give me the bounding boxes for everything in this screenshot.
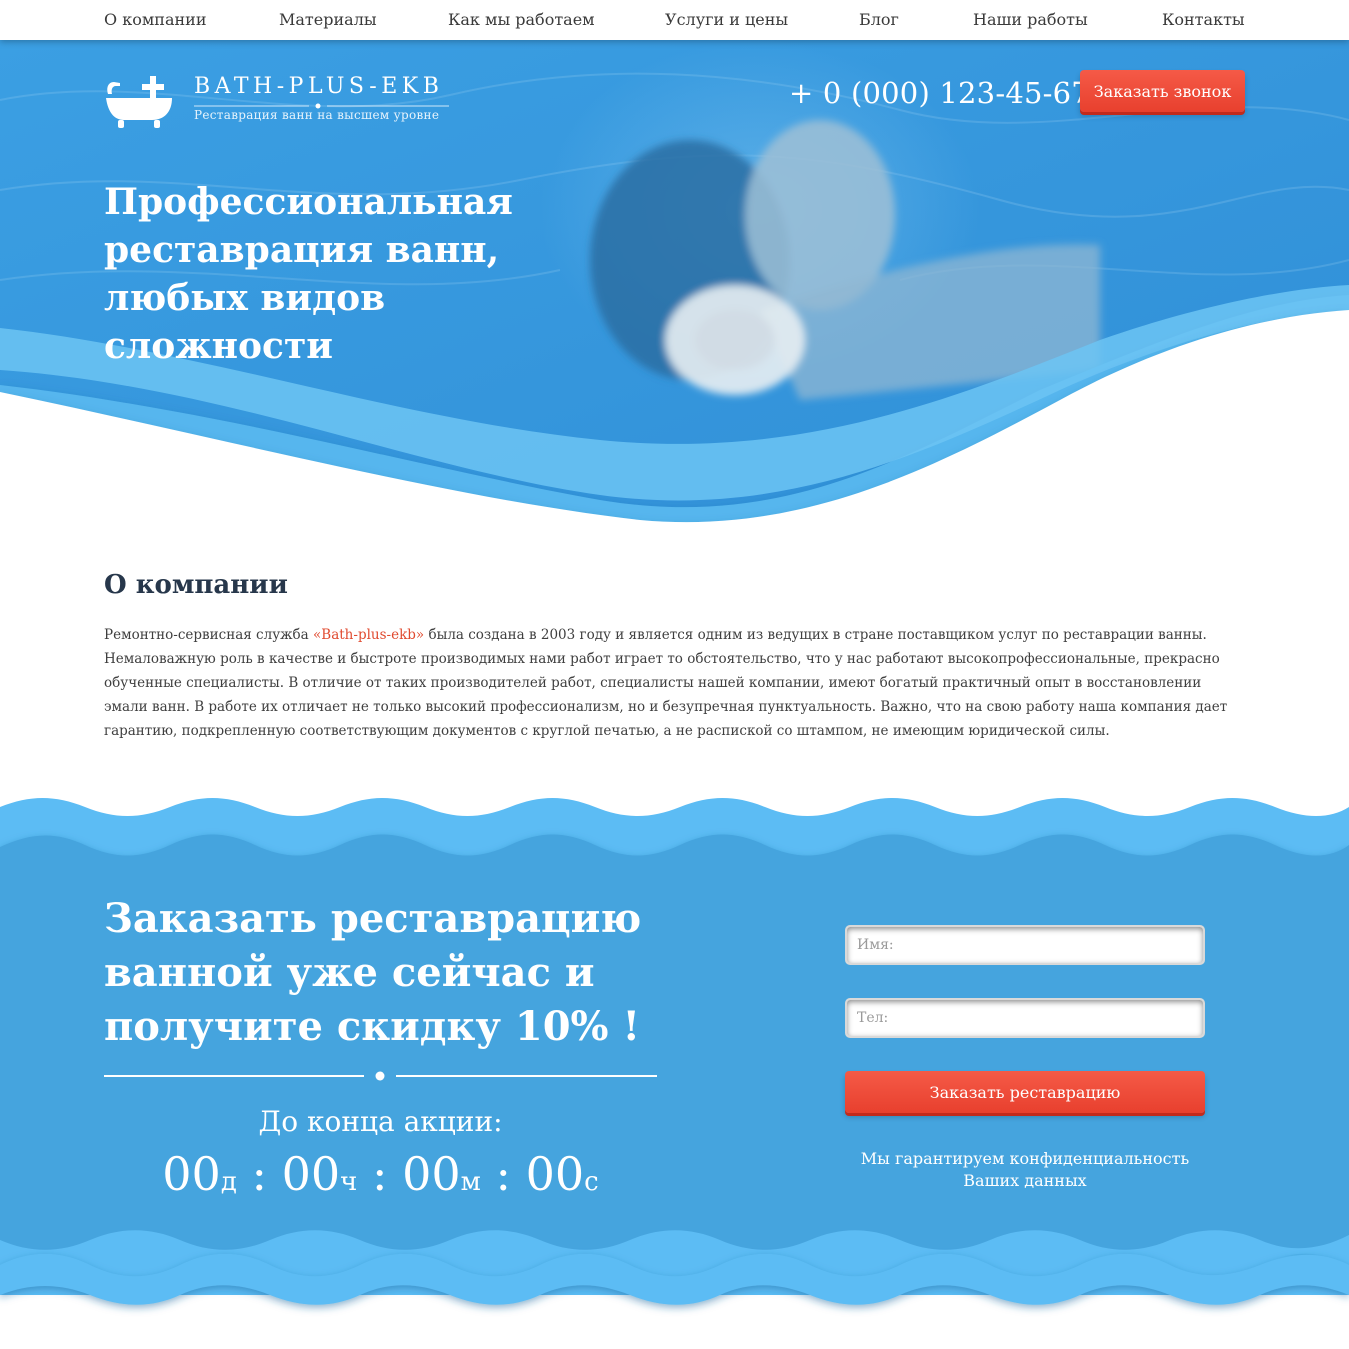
order-background <box>0 795 1349 1325</box>
timer-seconds-unit: с <box>584 1167 599 1197</box>
nav-item-our-works[interactable]: Наши работы <box>973 10 1088 29</box>
hero-section: BATH-PLUS-EKB Реставрация ванн на высшем… <box>0 40 1349 550</box>
timer-label: До конца акции: <box>258 1105 503 1138</box>
timer-separator: : <box>495 1147 511 1201</box>
logo-subtitle: Реставрация ванн на высшем уровне <box>194 108 440 122</box>
timer-seconds: 00 <box>525 1147 585 1201</box>
nav-item-about[interactable]: О компании <box>104 10 206 29</box>
timer-hours-unit: ч <box>340 1167 358 1197</box>
nav-item-services-prices[interactable]: Услуги и цены <box>665 10 788 29</box>
nav-item-contacts[interactable]: Контакты <box>1162 10 1245 29</box>
timer-days-unit: д <box>220 1167 237 1197</box>
phone-input[interactable] <box>845 998 1205 1038</box>
nav-item-how-we-work[interactable]: Как мы работаем <box>448 10 595 29</box>
order-restoration-button[interactable]: Заказать реставрацию <box>845 1071 1205 1113</box>
name-input[interactable] <box>845 925 1205 965</box>
timer-minutes-unit: м <box>460 1167 481 1197</box>
phone-number[interactable]: + 0 (000) 123-45-67 <box>789 76 1090 110</box>
privacy-note: Мы гарантируем конфиденциальность Ваших … <box>860 1149 1190 1190</box>
order-title: Заказать реставрацию ванной уже сейчас и… <box>104 895 642 1050</box>
order-call-button[interactable]: Заказать звонок <box>1080 70 1245 112</box>
about-text: Ремонтно-сервисная служба «Bath-plus-ekb… <box>104 623 1245 743</box>
timer-minutes: 00 <box>402 1147 461 1201</box>
top-navigation: О компании Материалы Как мы работаем Усл… <box>0 0 1349 40</box>
order-section: Заказать реставрацию ванной уже сейчас и… <box>0 795 1349 1325</box>
timer-days: 00 <box>162 1147 221 1201</box>
timer-hours: 00 <box>281 1147 341 1201</box>
nav-item-materials[interactable]: Материалы <box>279 10 377 29</box>
about-text-body: была создана в 2003 году и является одни… <box>104 627 1228 739</box>
order-divider <box>104 1071 657 1081</box>
bathtub-plus-icon <box>106 76 172 128</box>
countdown-timer: 00д : 00ч : 00м : 00с <box>104 1147 657 1201</box>
timer-separator: : <box>251 1147 267 1201</box>
timer-separator: : <box>371 1147 388 1201</box>
about-title: О компании <box>104 570 288 600</box>
logo-title: BATH-PLUS-EKB <box>194 74 444 99</box>
nav-item-blog[interactable]: Блог <box>859 10 899 29</box>
site-logo[interactable]: BATH-PLUS-EKB Реставрация ванн на высшем… <box>104 72 449 132</box>
hero-title: Профессиональная реставрация ванн, любых… <box>104 181 513 367</box>
about-brand-name: «Bath-plus-ekb» <box>313 627 425 643</box>
about-text-intro: Ремонтно-сервисная служба <box>104 627 314 643</box>
